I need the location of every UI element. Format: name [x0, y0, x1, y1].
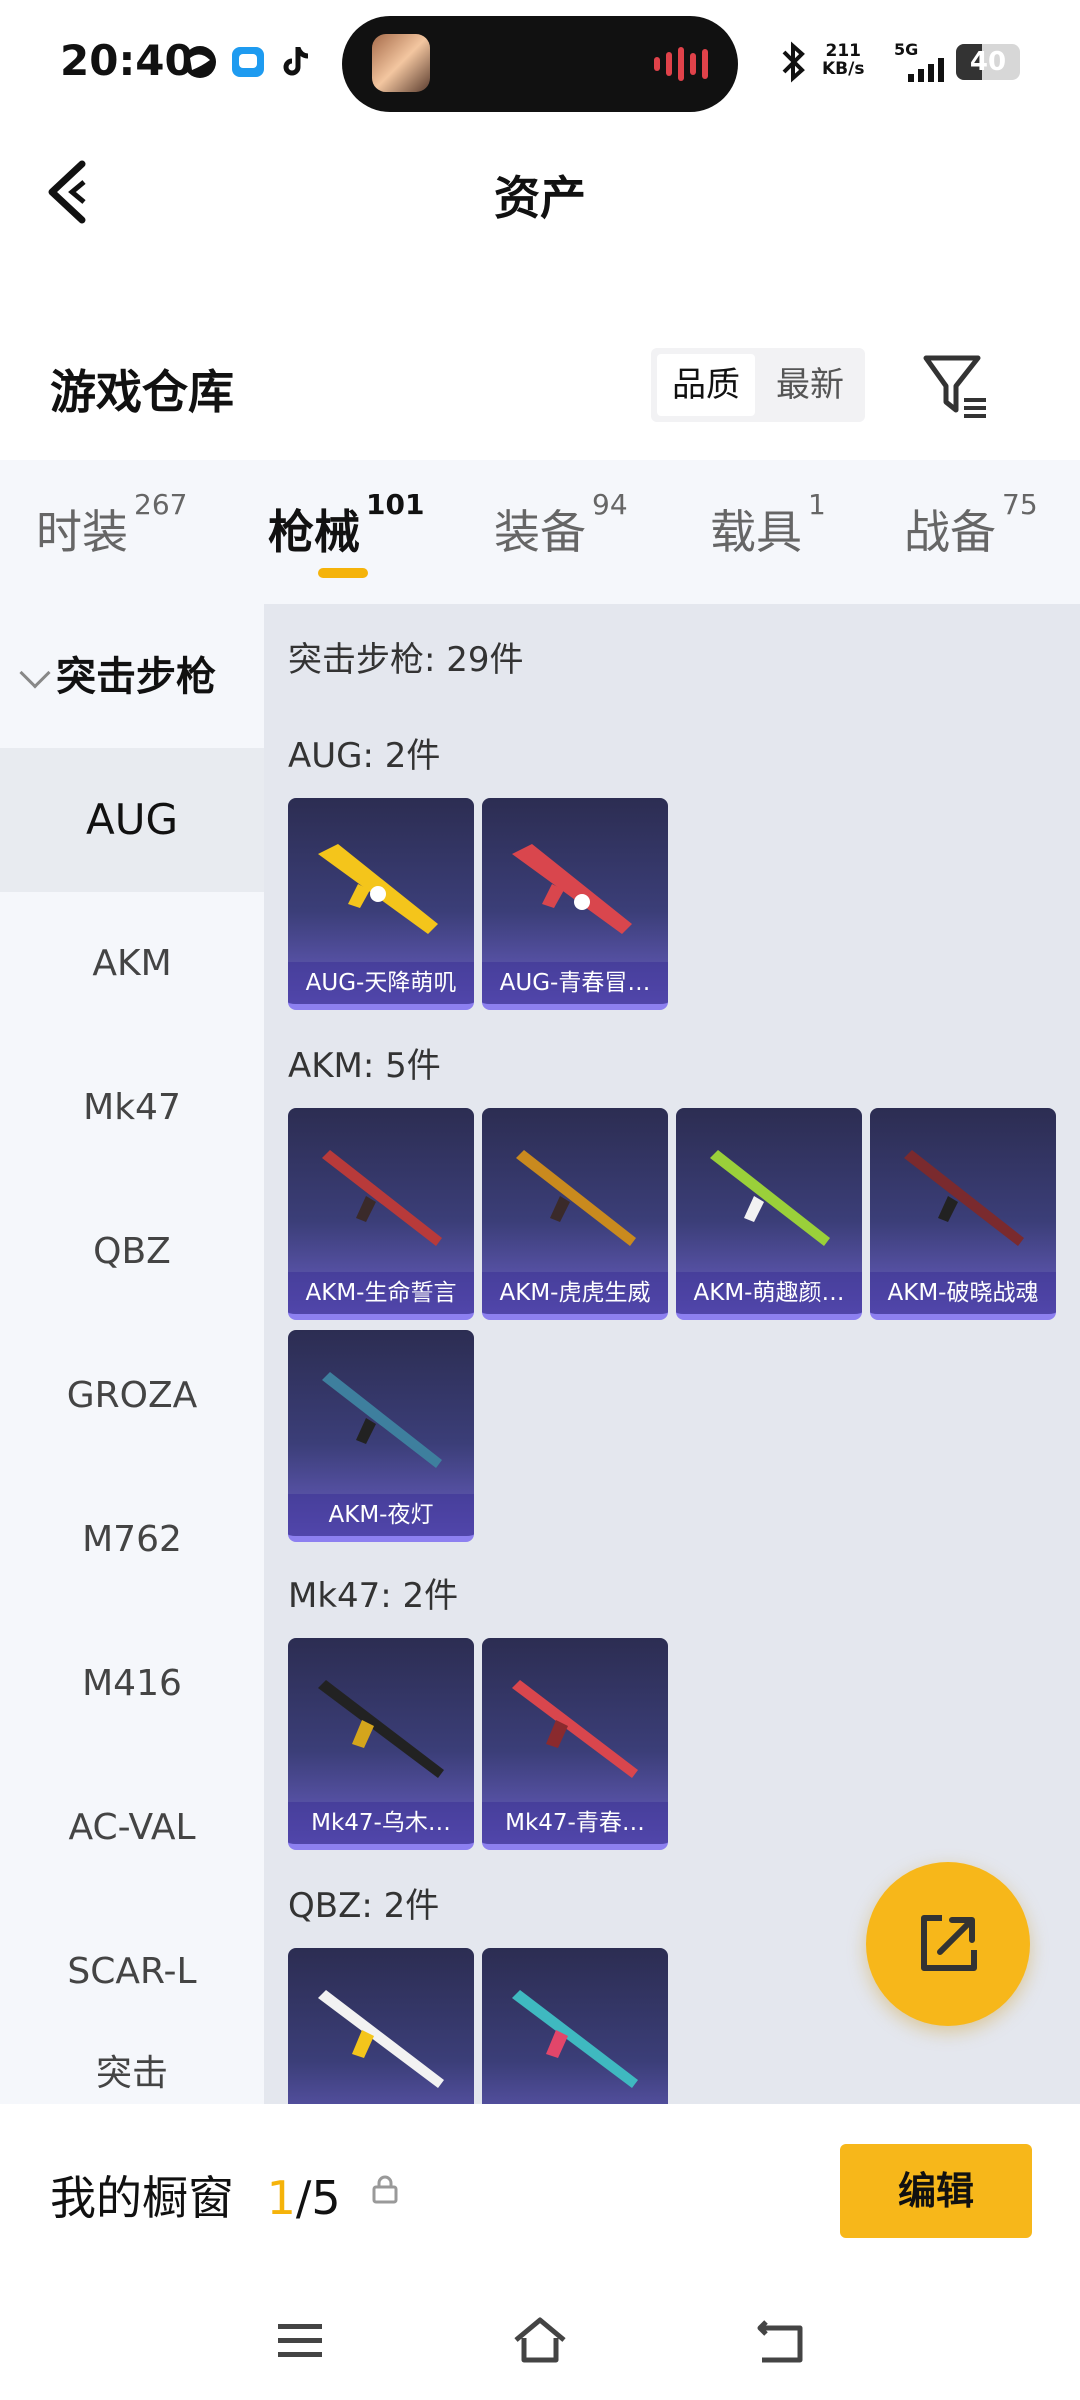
weapon-name: AKM-萌趣颜…	[676, 1272, 862, 1314]
weapon-card[interactable]: AKM-虎虎生威	[482, 1108, 668, 1320]
weapon-card[interactable]: AKM-夜灯	[288, 1330, 474, 1542]
category-summary: 突击步枪: 29件	[288, 640, 524, 680]
tab-vehicles[interactable]: 载具1	[710, 488, 826, 562]
category-tabs: 时装267 枪械101 装备94 载具1 战备75	[0, 460, 1080, 604]
gun-icon	[318, 1990, 444, 2088]
gun-icon	[322, 1150, 442, 1246]
signal-icon	[908, 58, 944, 82]
showcase-count-current: 1	[266, 2171, 296, 2225]
weapon-card[interactable]: AKM-破晓战魂	[870, 1108, 1056, 1320]
filter-icon[interactable]	[920, 352, 990, 422]
sidebar-item-qbz[interactable]: QBZ	[0, 1180, 264, 1324]
gun-icon	[322, 1372, 442, 1468]
sidebar-item-akm[interactable]: AKM	[0, 892, 264, 1036]
status-bar: 20:40 211 KB/s 5G 40	[0, 0, 1080, 120]
browser-icon	[184, 46, 216, 78]
gun-icon	[318, 844, 438, 934]
weapon-card[interactable]: Mk47-青春…	[482, 1638, 668, 1850]
status-time: 20:40	[60, 36, 194, 85]
sort-newest-option[interactable]: 最新	[761, 354, 859, 416]
weapon-card[interactable]: Mk47-乌木…	[288, 1638, 474, 1850]
warehouse-title: 游戏仓库	[50, 365, 234, 419]
waveform-bar	[690, 53, 696, 75]
waveform-bar	[654, 57, 660, 71]
net-speed: 211 KB/s	[822, 41, 865, 79]
tab-guns[interactable]: 枪械101	[268, 488, 424, 562]
tab-fashion[interactable]: 时装267	[36, 488, 187, 562]
share-fab-button[interactable]	[866, 1862, 1030, 2026]
weapon-name: AKM-夜灯	[288, 1494, 474, 1536]
weapon-card[interactable]: AKM-生命誓言	[288, 1108, 474, 1320]
gun-icon	[318, 1680, 444, 1778]
weapon-name: AKM-虎虎生威	[482, 1272, 668, 1314]
gun-icon	[904, 1150, 1024, 1246]
sidebar-item-acval[interactable]: AC-VAL	[0, 1756, 264, 1900]
weapon-name: AUG-青春冒…	[482, 962, 668, 1004]
sort-toggle: 品质 最新	[651, 348, 865, 422]
group-label-aug: AUG: 2件	[288, 736, 441, 776]
message-icon	[232, 47, 264, 77]
battery-indicator: 40	[956, 44, 1020, 80]
weapon-name: AKM-破晓战魂	[870, 1272, 1056, 1314]
showcase-count-total: /5	[295, 2171, 341, 2225]
edit-button[interactable]: 编辑	[840, 2144, 1032, 2238]
waveform-bar	[666, 52, 672, 76]
gun-icon	[512, 844, 632, 934]
tab-supplies[interactable]: 战备75	[904, 488, 1038, 562]
weapon-card[interactable]	[482, 1948, 668, 2104]
group-label-mk47: Mk47: 2件	[288, 1576, 459, 1616]
sidebar-item-m762[interactable]: M762	[0, 1468, 264, 1612]
sidebar-category-header[interactable]: 突击步枪	[0, 644, 264, 702]
share-icon	[921, 1915, 977, 1971]
chevron-down-icon	[19, 657, 51, 689]
waveform-bar	[702, 49, 708, 79]
sidebar-item-m416[interactable]: M416	[0, 1612, 264, 1756]
page-title: 资产	[494, 171, 586, 225]
sidebar-item-aug[interactable]: AUG	[0, 748, 264, 892]
sidebar-item-mk47[interactable]: Mk47	[0, 1036, 264, 1180]
tiktok-icon	[283, 47, 309, 76]
menu-icon[interactable]	[272, 2312, 328, 2368]
category-sidebar: 突击步枪 AUG AKM Mk47 QBZ GROZA M762 M416 AC…	[0, 604, 264, 2104]
sidebar-item-partial[interactable]: 突击	[0, 2044, 264, 2104]
active-tab-indicator	[318, 568, 368, 578]
weapon-name: Mk47-乌木…	[288, 1802, 474, 1844]
sidebar-item-groza[interactable]: GROZA	[0, 1324, 264, 1468]
group-label-akm: AKM: 5件	[288, 1046, 441, 1086]
gun-icon	[512, 1680, 638, 1778]
weapon-name: AKM-生命誓言	[288, 1272, 474, 1314]
group-label-qbz: QBZ: 2件	[288, 1886, 440, 1926]
showcase-bar: 我的橱窗 1/5 编辑	[0, 2104, 1080, 2282]
weapon-card[interactable]	[288, 1948, 474, 2104]
weapon-card[interactable]: AUG-天降萌叽	[288, 798, 474, 1010]
weapon-card[interactable]: AUG-青春冒…	[482, 798, 668, 1010]
waveform-bar	[678, 47, 684, 81]
dynamic-island[interactable]	[342, 16, 738, 112]
sort-quality-option[interactable]: 品质	[657, 354, 755, 416]
showcase-label: 我的橱窗 1/5	[50, 2171, 341, 2225]
weapon-name: Mk47-青春…	[482, 1802, 668, 1844]
weapon-card[interactable]: AKM-萌趣颜…	[676, 1108, 862, 1320]
music-cover-icon	[372, 34, 430, 92]
weapon-name: AUG-天降萌叽	[288, 962, 474, 1004]
back-icon[interactable]	[752, 2312, 808, 2368]
tab-equipment[interactable]: 装备94	[494, 488, 628, 562]
gun-icon	[710, 1150, 830, 1246]
home-icon[interactable]	[512, 2312, 568, 2368]
sidebar-item-scarl[interactable]: SCAR-L	[0, 1900, 264, 2044]
bluetooth-icon	[782, 41, 805, 83]
lock-icon	[372, 2175, 398, 2204]
gun-icon	[512, 1990, 638, 2088]
system-nav-bar	[0, 2282, 1080, 2400]
gun-icon	[516, 1150, 636, 1246]
